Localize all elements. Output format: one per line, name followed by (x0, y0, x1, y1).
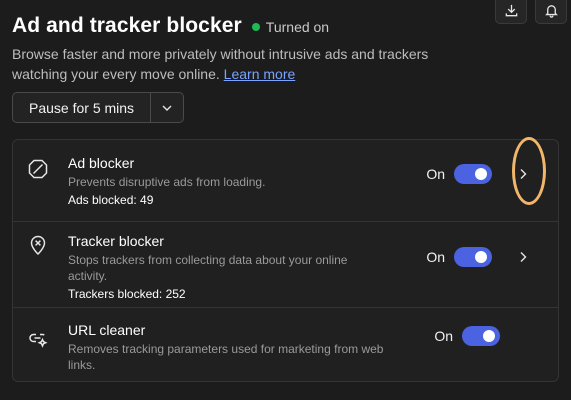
location-x-icon (27, 234, 49, 256)
ad-block-icon (27, 158, 49, 180)
feature-stat: Trackers blocked: 252 (68, 287, 186, 301)
toggle-label: On (426, 166, 445, 182)
ad-blocker-toggle[interactable] (454, 164, 492, 184)
pause-button[interactable]: Pause for 5 mins (13, 93, 150, 122)
notifications-button[interactable] (535, 0, 567, 24)
page-header: Ad and tracker blocker Turned on (12, 14, 329, 38)
feature-title: URL cleaner (68, 322, 146, 338)
feature-subtitle: Stops trackers from collecting data abou… (68, 253, 348, 283)
feature-subtitle: Removes tracking parameters used for mar… (68, 342, 384, 372)
chevron-right-icon[interactable] (516, 167, 530, 181)
pause-split-button: Pause for 5 mins (12, 92, 185, 123)
chevron-down-icon (162, 105, 172, 111)
top-actions (495, 0, 567, 24)
page-title: Ad and tracker blocker (12, 14, 242, 37)
toggle-knob (483, 330, 495, 342)
url-cleaner-toggle[interactable] (462, 326, 500, 346)
page-description: Browse faster and more privately without… (12, 44, 442, 84)
feature-title: Ad blocker (68, 155, 135, 171)
url-cleaner-toggle-group: On (434, 326, 500, 346)
download-icon (505, 4, 517, 16)
tracker-blocker-toggle[interactable] (454, 247, 492, 267)
status-text: Turned on (265, 19, 330, 35)
feature-text: Tracker blocker Stops trackers from coll… (68, 232, 388, 302)
tracker-blocker-toggle-group: On (426, 247, 492, 267)
toggle-knob (475, 168, 487, 180)
feature-title: Tracker blocker (68, 233, 164, 249)
feature-text: URL cleaner Removes tracking parameters … (68, 321, 388, 373)
description-text: Browse faster and more privately without… (12, 46, 429, 82)
download-button[interactable] (495, 0, 527, 24)
feature-row-ad-blocker[interactable]: Ad blocker Prevents disruptive ads from … (13, 140, 558, 222)
toggle-label: On (426, 249, 445, 265)
status-dot (251, 23, 260, 31)
learn-more-link[interactable]: Learn more (224, 66, 296, 82)
ad-blocker-toggle-group: On (426, 164, 492, 184)
feature-text: Ad blocker Prevents disruptive ads from … (68, 154, 388, 208)
ad-tracker-blocker-page: Ad and tracker blocker Turned on Browse … (0, 0, 571, 400)
status-indicator: Turned on (251, 19, 330, 35)
feature-row-url-cleaner[interactable]: URL cleaner Removes tracking parameters … (13, 308, 558, 383)
toggle-knob (475, 251, 487, 263)
features-panel: Ad blocker Prevents disruptive ads from … (12, 139, 559, 382)
feature-subtitle: Prevents disruptive ads from loading. (68, 175, 266, 189)
feature-stat: Ads blocked: 49 (68, 193, 154, 207)
bell-icon (544, 4, 558, 18)
link-clean-icon (27, 327, 49, 349)
chevron-right-icon[interactable] (516, 250, 530, 264)
toggle-label: On (434, 328, 453, 344)
pause-dropdown-button[interactable] (151, 93, 183, 122)
feature-row-tracker-blocker[interactable]: Tracker blocker Stops trackers from coll… (13, 222, 558, 308)
